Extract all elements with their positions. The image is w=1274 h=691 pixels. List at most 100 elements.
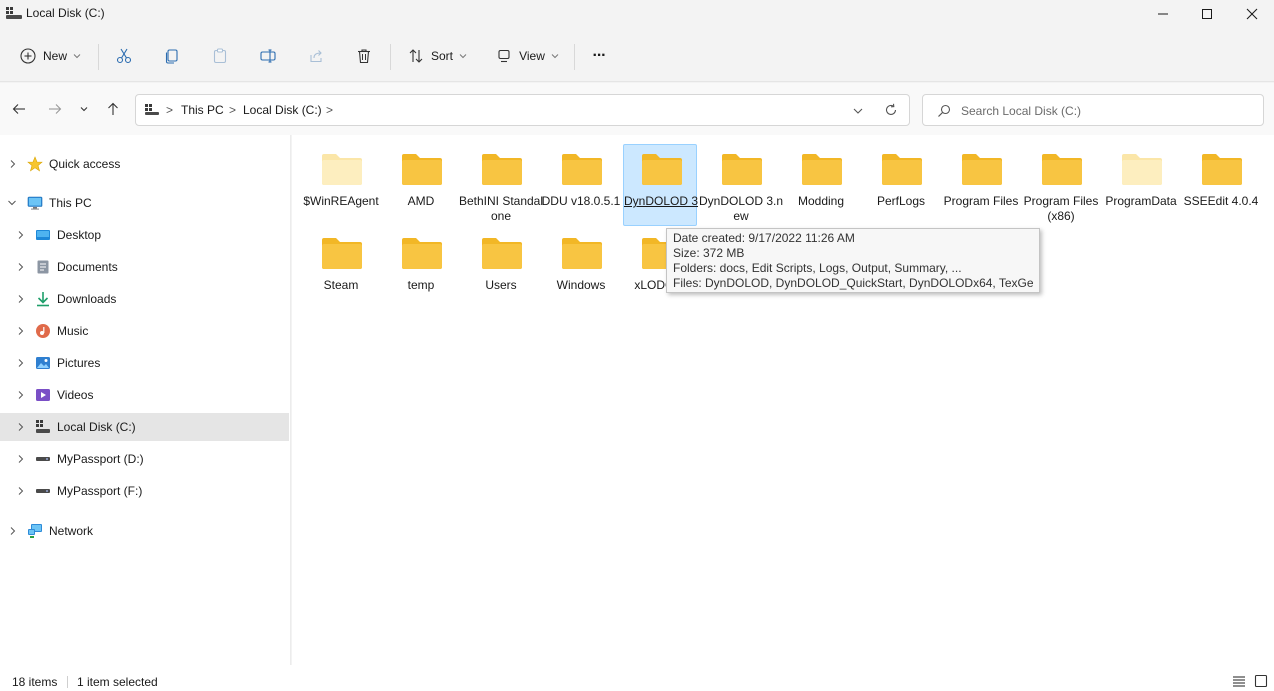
folder-name: temp xyxy=(407,278,435,292)
chevron-right-icon[interactable] xyxy=(8,526,18,536)
nav-item-videos[interactable]: Videos xyxy=(0,381,289,409)
scissors-icon xyxy=(116,48,132,64)
nav-item-music[interactable]: Music xyxy=(0,317,289,345)
chevron-right-icon[interactable] xyxy=(16,390,26,400)
breadcrumb-local-disk[interactable]: Local Disk (C:) xyxy=(243,103,322,117)
folder-icon xyxy=(402,238,442,269)
view-button[interactable]: View xyxy=(492,42,562,70)
rename-button[interactable] xyxy=(254,42,282,70)
nav-item-local-disk-c[interactable]: Local Disk (C:) xyxy=(0,413,289,441)
folder-item[interactable]: Users xyxy=(463,228,537,310)
folder-item[interactable]: DynDOLOD 3 xyxy=(623,144,698,226)
tooltip-size: Size: 372 MB xyxy=(673,246,745,260)
selection-count: 1 item selected xyxy=(77,675,158,689)
chevron-down-icon xyxy=(551,54,559,59)
rename-icon xyxy=(260,49,276,63)
folder-icon xyxy=(322,238,362,269)
folder-item[interactable]: Steam xyxy=(303,228,377,310)
up-button[interactable] xyxy=(103,99,123,119)
maximize-icon xyxy=(1202,9,1212,19)
minimize-button[interactable] xyxy=(1140,0,1186,28)
nav-item-network[interactable]: Network xyxy=(0,517,289,545)
folder-item[interactable]: AMD xyxy=(383,144,457,226)
chevron-right-icon[interactable] xyxy=(16,230,26,240)
folder-item[interactable]: Modding xyxy=(783,144,857,226)
breadcrumb-separator: > xyxy=(229,103,237,117)
nav-item-mypassport-f[interactable]: MyPassport (F:) xyxy=(0,477,289,505)
more-options-button[interactable]: ··· xyxy=(584,42,614,70)
nav-item-downloads[interactable]: Downloads xyxy=(0,285,289,313)
nav-item-mypassport-d[interactable]: MyPassport (D:) xyxy=(0,445,289,473)
folder-icon xyxy=(482,238,522,269)
folder-item[interactable]: PerfLogs xyxy=(863,144,937,226)
trash-icon xyxy=(358,49,370,64)
navigation-pane: Quick access This PC Desktop Documents D… xyxy=(0,135,291,665)
folder-item[interactable]: Windows xyxy=(543,228,617,310)
sort-button[interactable]: Sort xyxy=(402,42,472,70)
folder-item[interactable]: BethINI Standalone xyxy=(459,144,543,226)
breadcrumb-separator: > xyxy=(326,103,334,117)
breadcrumb-this-pc[interactable]: This PC xyxy=(181,103,224,117)
close-button[interactable] xyxy=(1229,0,1274,28)
close-icon xyxy=(1246,8,1258,20)
chevron-right-icon[interactable] xyxy=(16,294,26,304)
folder-item[interactable]: Program Files xyxy=(943,144,1018,226)
new-label: New xyxy=(42,49,67,63)
folder-name: PerfLogs xyxy=(876,194,926,208)
chevron-down-icon[interactable] xyxy=(7,198,17,208)
chevron-right-icon[interactable] xyxy=(16,454,26,464)
folder-name: Program Files xyxy=(943,194,1019,208)
folder-item[interactable]: DynDOLOD 3.new xyxy=(699,144,783,226)
clipboard-icon xyxy=(213,48,227,64)
chevron-right-icon[interactable] xyxy=(16,358,26,368)
folder-tooltip: Date created: 9/17/2022 11:26 AM Size: 3… xyxy=(666,228,1040,293)
folder-item[interactable]: temp xyxy=(383,228,457,310)
folder-name: SSEEdit 4.0.4 xyxy=(1183,194,1259,208)
nav-label: Videos xyxy=(57,388,94,402)
toolbar-divider xyxy=(390,44,391,70)
nav-label: MyPassport (F:) xyxy=(57,484,143,498)
nav-item-this-pc[interactable]: This PC xyxy=(0,189,289,217)
delete-button[interactable] xyxy=(350,42,378,70)
search-input[interactable] xyxy=(961,102,1251,120)
refresh-icon[interactable] xyxy=(884,103,898,117)
recent-locations-button[interactable] xyxy=(74,99,94,119)
folder-name: Steam xyxy=(323,278,359,292)
nav-item-quick-access[interactable]: Quick access xyxy=(0,150,289,178)
folder-item[interactable]: $WinREAgent xyxy=(303,144,379,226)
chevron-right-icon[interactable] xyxy=(16,326,26,336)
search-icon xyxy=(938,104,951,117)
details-view-icon[interactable] xyxy=(1232,674,1246,688)
folder-item[interactable]: SSEEdit 4.0.4 xyxy=(1183,144,1258,226)
folder-name: Windows xyxy=(556,278,606,292)
nav-item-desktop[interactable]: Desktop xyxy=(0,221,289,249)
paste-button[interactable] xyxy=(206,42,234,70)
folder-item[interactable]: Program Files (x86) xyxy=(1023,144,1098,226)
breadcrumb-separator: > xyxy=(166,103,174,117)
folder-name: ProgramData xyxy=(1105,194,1177,208)
back-button[interactable] xyxy=(9,99,29,119)
search-box[interactable] xyxy=(922,94,1264,126)
cut-button[interactable] xyxy=(110,42,138,70)
nav-item-pictures[interactable]: Pictures xyxy=(0,349,289,377)
chevron-right-icon[interactable] xyxy=(16,262,26,272)
folder-icon xyxy=(1202,154,1242,185)
folder-item[interactable]: ProgramData xyxy=(1103,144,1177,226)
chevron-right-icon[interactable] xyxy=(16,422,26,432)
folder-item[interactable]: DDU v18.0.5.1 xyxy=(542,144,620,226)
title-bar: Local Disk (C:) xyxy=(0,0,1274,28)
chevron-right-icon[interactable] xyxy=(8,159,18,169)
folder-name: Program Files (x86) xyxy=(1023,194,1099,223)
copy-button[interactable] xyxy=(158,42,186,70)
address-bar[interactable]: > This PC > Local Disk (C:) > xyxy=(135,94,910,126)
new-button[interactable]: New xyxy=(12,42,88,70)
forward-button[interactable] xyxy=(45,99,65,119)
folder-icon xyxy=(802,154,842,185)
folder-icon xyxy=(562,154,602,185)
maximize-button[interactable] xyxy=(1184,0,1230,28)
chevron-right-icon[interactable] xyxy=(16,486,26,496)
chevron-down-icon[interactable] xyxy=(852,105,864,117)
share-button[interactable] xyxy=(302,42,330,70)
nav-item-documents[interactable]: Documents xyxy=(0,253,289,281)
large-icons-view-icon[interactable] xyxy=(1254,674,1268,688)
